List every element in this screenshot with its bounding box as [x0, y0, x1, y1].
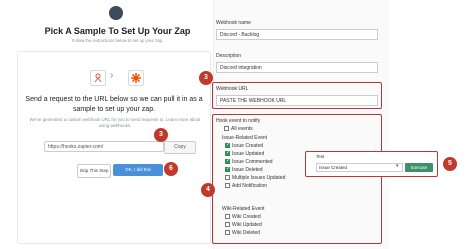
checkbox-checked-icon: [225, 157, 230, 165]
webhook-url-field[interactable]: https://hooks.zapier.com/: [44, 141, 164, 152]
webhook-url-input[interactable]: PASTE THE WEBHOOK URL: [216, 95, 378, 106]
issue-event-checkbox[interactable]: Issue Commented: [225, 157, 285, 166]
chevron-right-icon: ›: [110, 70, 114, 81]
page-subtitle: Follow the instructions below to set up …: [71, 38, 164, 43]
checkbox-icon: [225, 214, 230, 219]
webhook-name-input[interactable]: Discord - Backlog: [216, 29, 378, 40]
checkbox-icon: [225, 183, 230, 188]
execute-button[interactable]: Execute: [405, 163, 433, 172]
checkbox-icon: [224, 126, 229, 131]
description-label: Description: [216, 53, 242, 59]
skip-step-button[interactable]: Skip This Step: [77, 164, 111, 178]
wiki-event-checkbox[interactable]: Wiki Deleted: [225, 229, 262, 237]
issue-events-list: Issue Created Issue Updated Issue Commen…: [225, 141, 285, 190]
issue-event-checkbox[interactable]: Add Notification: [225, 182, 285, 190]
issue-event-checkbox[interactable]: Multiple Issues Updated: [225, 174, 285, 182]
webhook-app-icon: [90, 70, 106, 86]
step-badge: 6: [164, 162, 178, 176]
checkbox-icon: [225, 230, 230, 235]
step-badge: 3: [154, 128, 168, 142]
step-badge: 3: [199, 71, 213, 85]
test-label: Test: [316, 154, 325, 159]
hook-event-label: Hook event to notify: [216, 118, 261, 124]
wiki-related-heading: Wiki-Related Event: [222, 206, 265, 212]
issue-event-checkbox[interactable]: Issue Updated: [225, 149, 285, 158]
checkbox-checked-icon: [225, 165, 230, 173]
checkbox-checked-icon: [225, 141, 230, 149]
checkbox-icon: [225, 175, 230, 180]
zapier-app-icon: [128, 70, 144, 86]
ok-did-this-button[interactable]: OK, I did this: [113, 164, 163, 176]
issue-event-checkbox[interactable]: Issue Created: [225, 141, 285, 150]
instructions-heading: Send a request to the URL below so we ca…: [25, 96, 203, 113]
chevron-down-icon[interactable]: ▾: [396, 163, 399, 169]
copy-button[interactable]: Copy: [164, 141, 196, 154]
issue-event-checkbox[interactable]: Issue Deleted: [225, 165, 285, 174]
step-badge: 4: [201, 183, 215, 197]
webhook-name-label: Webhook name: [216, 20, 251, 26]
description-input[interactable]: Discord integration: [216, 62, 378, 73]
instructions-detail: We've generated a custom webhook URL for…: [29, 117, 201, 128]
all-events-label: All events: [231, 126, 253, 132]
wiki-event-checkbox[interactable]: Wiki Created: [225, 213, 262, 221]
zapier-logo-icon: [109, 6, 123, 20]
wiki-events-list: Wiki Created Wiki Updated Wiki Deleted: [225, 213, 262, 237]
page-title: Pick A Sample To Set Up Your Zap: [44, 26, 191, 36]
checkbox-checked-icon: [225, 149, 230, 157]
checkbox-icon: [225, 222, 230, 227]
wiki-event-checkbox[interactable]: Wiki Updated: [225, 221, 262, 229]
step-badge: 5: [443, 157, 457, 171]
all-events-checkbox[interactable]: All events: [224, 125, 253, 133]
test-event-select[interactable]: Issue Created: [316, 163, 403, 172]
webhook-url-label: Webhook URL: [216, 86, 249, 92]
